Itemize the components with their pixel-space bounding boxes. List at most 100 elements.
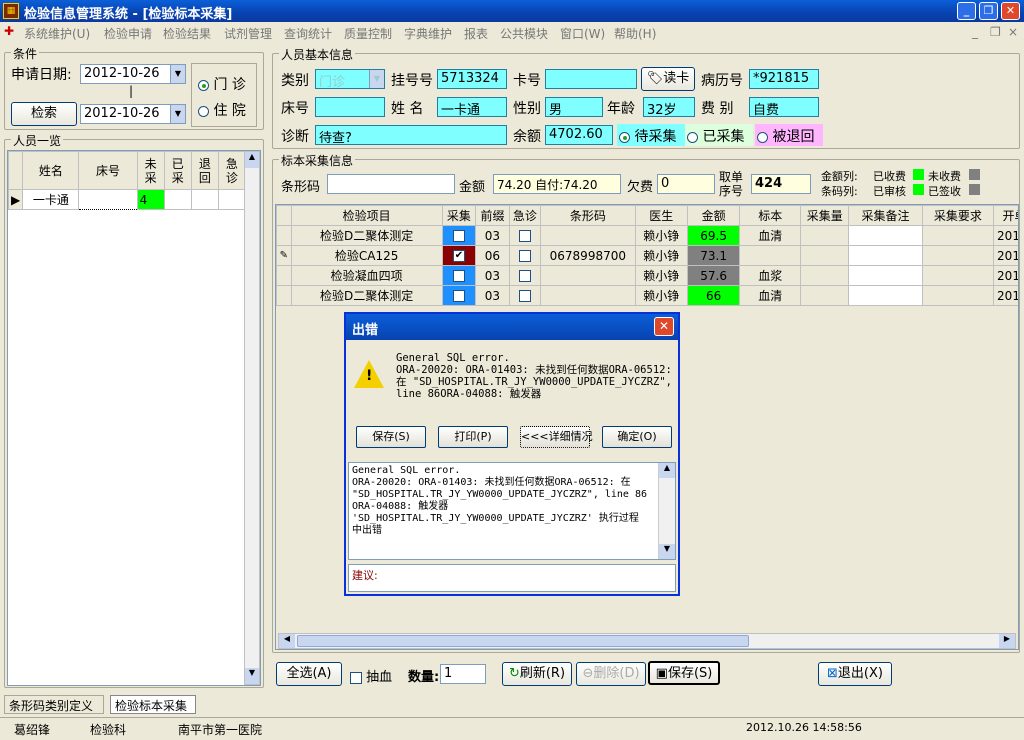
menu-common[interactable]: 公共模块 [500, 25, 548, 42]
scroll-thumb[interactable] [297, 635, 749, 647]
radio-inpatient-dot[interactable] [198, 105, 209, 117]
select-all-button[interactable]: 全选(A) [276, 662, 342, 686]
col-quantity[interactable]: 采集量 [800, 205, 850, 226]
menu-app-icon[interactable]: ✚ [4, 24, 14, 38]
date-to-input[interactable]: 2012-10-26 ▼ [80, 104, 186, 124]
scroll-down-icon[interactable]: ▼ [245, 668, 259, 684]
read-card-button[interactable]: 🏷读卡 [641, 67, 695, 91]
dialog-print-button[interactable]: 打印(P) [438, 426, 508, 448]
col-collected[interactable]: 已采 [163, 151, 192, 190]
persons-grid[interactable]: 姓名 床号 未采 已采 退回 急诊 ▶ 一卡通 4 ▲ ▼ [7, 150, 261, 686]
menu-window[interactable]: 窗口(W) [560, 25, 605, 42]
card-number-field[interactable] [545, 69, 637, 89]
menu-query[interactable]: 查询统计 [284, 25, 332, 42]
dialog-close-button[interactable]: ✕ [654, 317, 674, 336]
details-scrollbar[interactable]: ▲ ▼ [658, 463, 675, 559]
close-button[interactable]: ✕ [1001, 2, 1020, 20]
radio-outpatient-dot[interactable] [198, 79, 209, 91]
col-barcode[interactable]: 条形码 [540, 205, 636, 226]
emergency-checkbox[interactable] [518, 270, 531, 282]
col-collect[interactable]: 采集 [441, 205, 477, 226]
dialog-details-text[interactable]: General SQL error. ORA-20020: ORA-01403:… [348, 462, 676, 560]
col-note[interactable]: 采集备注 [848, 205, 923, 226]
emergency-checkbox[interactable] [518, 290, 531, 302]
menu-report[interactable]: 报表 [464, 25, 488, 42]
item-row[interactable]: 检验D二聚体测定 03 赖小铮 69.5 血清 2012- [276, 225, 1018, 246]
reg-number-field[interactable]: 5713324 [437, 69, 507, 89]
status-pending[interactable]: 待采集 [617, 124, 685, 146]
col-emergency[interactable]: 急诊 [508, 205, 542, 226]
dialog-ok-button[interactable]: 确定(O) [602, 426, 672, 448]
menu-result[interactable]: 检验结果 [163, 25, 211, 42]
barcode-input[interactable] [327, 174, 455, 194]
fee-field[interactable]: 自费 [749, 97, 819, 117]
collect-checkbox[interactable] [452, 230, 465, 242]
category-select[interactable]: 门诊 ▼ [315, 69, 385, 89]
restore-button[interactable]: ❐ [979, 2, 998, 20]
tab-sample-collect[interactable]: 检验标本采集 [110, 695, 196, 714]
name-field[interactable]: 一卡通 [437, 97, 507, 117]
bed-field[interactable] [315, 97, 385, 117]
age-field[interactable]: 32岁 [643, 97, 695, 117]
col-date[interactable]: 开单 [992, 205, 1018, 226]
item-row[interactable]: 检验D二聚体测定 03 赖小铮 66 血清 2012- [276, 285, 1018, 306]
col-doctor[interactable]: 医生 [634, 205, 688, 226]
menu-dict[interactable]: 字典维护 [404, 25, 452, 42]
radio-inpatient[interactable]: 住 院 [198, 100, 246, 120]
menu-request[interactable]: 检验申请 [104, 25, 152, 42]
collect-checkbox[interactable]: ✔ [452, 250, 465, 262]
scroll-up-icon[interactable]: ▲ [245, 152, 259, 168]
person-row[interactable]: ▶ 一卡通 4 [8, 189, 247, 210]
exit-button[interactable]: ⊠退出(X) [818, 662, 892, 686]
minimize-button[interactable]: _ [957, 2, 976, 20]
chevron-down-icon[interactable]: ▼ [170, 65, 185, 83]
scroll-left-icon[interactable]: ◀ [279, 634, 295, 648]
scroll-up-icon[interactable]: ▲ [659, 463, 675, 478]
mdi-restore-icon[interactable]: ❐ [990, 25, 1001, 39]
record-number-field[interactable]: *921815 [749, 69, 819, 89]
col-item[interactable]: 检验项目 [290, 205, 443, 226]
balance-field[interactable]: 4702.60 [545, 125, 613, 145]
item-row[interactable]: ✎ 检验CA125 ✔ 06 0678998700 赖小铮 73.1 2012- [276, 245, 1018, 266]
mdi-minimize-icon[interactable]: _ [972, 25, 978, 39]
menu-help[interactable]: 帮助(H) [614, 25, 656, 42]
gender-field[interactable]: 男 [545, 97, 603, 117]
col-sample[interactable]: 标本 [739, 205, 802, 226]
emergency-checkbox[interactable] [518, 250, 531, 262]
col-requirement[interactable]: 采集要求 [921, 205, 994, 226]
tab-barcode-def[interactable]: 条形码类别定义 [4, 695, 104, 714]
diagnosis-field[interactable]: 待查? [315, 125, 507, 145]
status-collected-radio[interactable] [687, 131, 698, 143]
quantity-input[interactable]: 1 [440, 664, 486, 684]
emergency-checkbox[interactable] [518, 230, 531, 242]
status-collected[interactable]: 已采集 [685, 124, 753, 146]
save-button[interactable]: ▣保存(S) [648, 661, 720, 685]
scroll-down-icon[interactable]: ▼ [659, 544, 675, 559]
chevron-down-icon[interactable]: ▼ [170, 105, 185, 123]
delete-button[interactable]: ⊖删除(D) [576, 662, 646, 686]
suggest-box[interactable]: 建议: [348, 564, 676, 592]
date-from-input[interactable]: 2012-10-26 ▼ [80, 64, 186, 84]
persons-vscrollbar[interactable]: ▲ ▼ [244, 151, 260, 685]
item-row[interactable]: 检验凝血四项 03 赖小铮 57.6 血浆 2012- [276, 265, 1018, 286]
dialog-save-button[interactable]: 保存(S) [356, 426, 426, 448]
status-returned[interactable]: 被退回 [755, 124, 823, 146]
mdi-close-icon[interactable]: × [1008, 25, 1018, 39]
dialog-details-button[interactable]: <<<详细情况 [520, 426, 593, 448]
col-emergency[interactable]: 急诊 [217, 151, 247, 190]
refresh-button[interactable]: ↻刷新(R) [502, 662, 572, 686]
chevron-down-icon[interactable]: ▼ [369, 70, 384, 88]
status-returned-radio[interactable] [757, 131, 768, 143]
menu-system[interactable]: 系统维护(U) [24, 25, 90, 42]
items-hscrollbar[interactable]: ◀ ▶ [278, 633, 1016, 649]
col-bed[interactable]: 床号 [78, 151, 138, 190]
search-button[interactable]: 检索 [11, 102, 77, 126]
col-returned[interactable]: 退回 [190, 151, 219, 190]
menu-quality[interactable]: 质量控制 [344, 25, 392, 42]
status-pending-radio[interactable] [619, 131, 630, 143]
menu-reagent[interactable]: 试剂管理 [224, 25, 272, 42]
col-prefix[interactable]: 前缀 [475, 205, 510, 226]
col-name[interactable]: 姓名 [22, 151, 80, 190]
collect-checkbox[interactable] [452, 270, 465, 282]
col-amount[interactable]: 金额 [686, 205, 741, 226]
